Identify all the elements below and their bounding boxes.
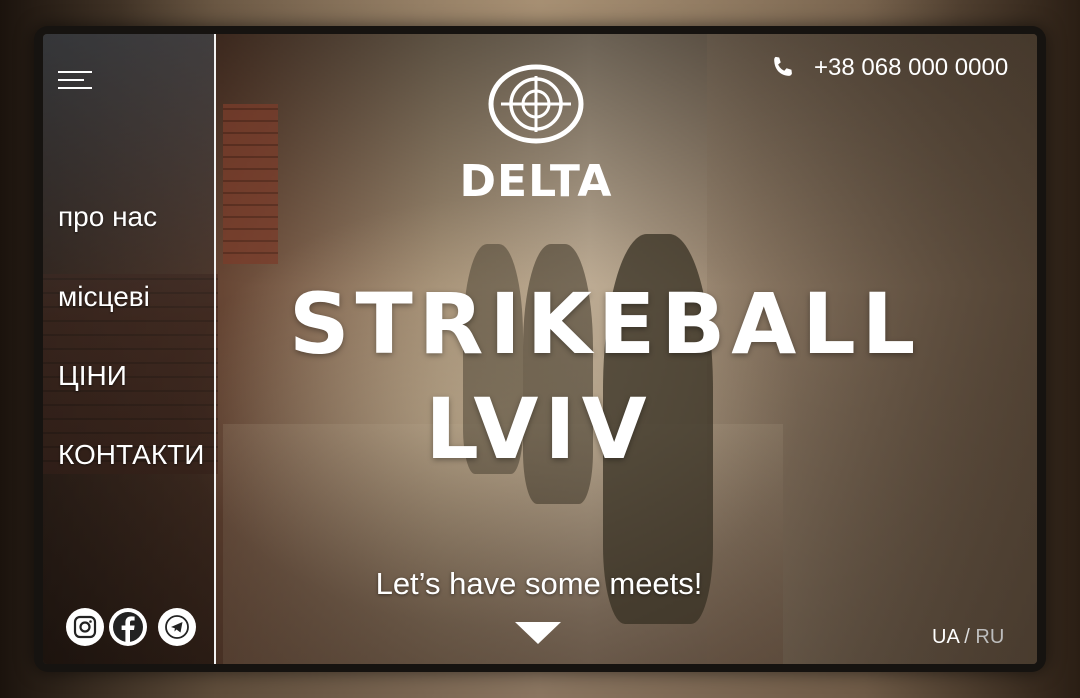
- logo-text: DELTA: [459, 156, 613, 207]
- facebook-icon[interactable]: [109, 608, 147, 646]
- instagram-icon[interactable]: [66, 608, 104, 646]
- hero-tagline: Let’s have some meets!: [375, 566, 703, 601]
- nav-item-locations[interactable]: місцеві: [58, 281, 150, 313]
- language-switcher: UA / RU: [932, 626, 1004, 649]
- nav-item-prices[interactable]: ЦІНИ: [58, 360, 127, 392]
- hamburger-icon[interactable]: [58, 71, 92, 91]
- phone-contact[interactable]: +38 068 000 0000: [768, 54, 1008, 82]
- phone-icon: [774, 56, 792, 76]
- nav-item-contacts[interactable]: КОНТАКТИ: [58, 439, 204, 471]
- hero-title-line-2: LVIV: [425, 380, 653, 478]
- delta-logo[interactable]: DELTA: [441, 64, 631, 214]
- phone-number: +38 068 000 0000: [814, 54, 1009, 81]
- lang-ru[interactable]: RU: [975, 626, 1004, 648]
- hero-screen: про нас місцеві ЦІНИ КОНТАКТИ +38 068 00…: [43, 34, 1037, 664]
- telegram-icon[interactable]: [158, 608, 196, 646]
- lang-separator: /: [964, 626, 970, 648]
- background-brick-column: [223, 104, 278, 264]
- chevron-down-icon[interactable]: [515, 622, 561, 644]
- hero-title-line-1: STRIKEBALL: [289, 275, 922, 373]
- sidebar: про нас місцеві ЦІНИ КОНТАКТИ: [43, 34, 216, 664]
- nav-item-about[interactable]: про нас: [58, 201, 157, 233]
- crosshair-icon: [488, 64, 584, 144]
- device-frame: про нас місцеві ЦІНИ КОНТАКТИ +38 068 00…: [34, 26, 1046, 672]
- lang-ua[interactable]: UA: [932, 626, 959, 648]
